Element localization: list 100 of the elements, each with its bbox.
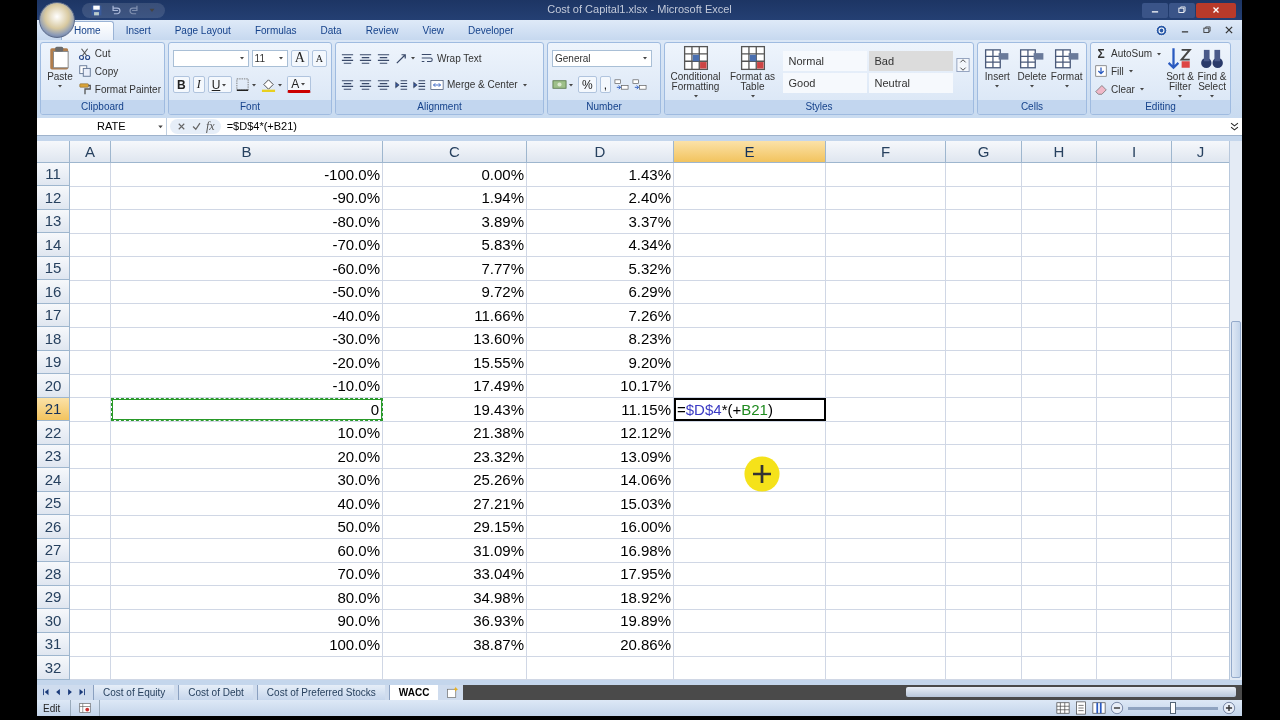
row-header[interactable]: 17 bbox=[37, 303, 70, 328]
row-header[interactable]: 26 bbox=[37, 515, 70, 539]
cell-style[interactable]: Good bbox=[782, 72, 867, 93]
ribbon-tab[interactable]: View bbox=[410, 22, 456, 40]
expand-icon[interactable] bbox=[1229, 120, 1240, 132]
row-header[interactable]: 27 bbox=[37, 538, 70, 563]
row-header[interactable]: 24 bbox=[37, 468, 70, 492]
sheet-tab[interactable]: Cost of Preferred Stocks bbox=[256, 684, 385, 701]
new-sheet-icon[interactable] bbox=[446, 686, 460, 699]
row-header[interactable]: 20 bbox=[37, 374, 70, 398]
column-header[interactable]: D bbox=[527, 140, 674, 163]
insert-function-button[interactable]: fx bbox=[206, 118, 215, 134]
font-color-button[interactable]: A bbox=[287, 76, 312, 94]
sheet-tab[interactable]: WACC bbox=[388, 684, 439, 701]
cell-style[interactable]: Normal bbox=[782, 50, 867, 71]
column-header[interactable]: A bbox=[70, 140, 111, 163]
indent-icon[interactable] bbox=[412, 77, 427, 93]
ribbon-tab[interactable]: Page Layout bbox=[162, 22, 243, 40]
column-header[interactable]: G bbox=[946, 140, 1022, 163]
sheet-tab[interactable]: Cost of Debt bbox=[178, 684, 253, 701]
column-header[interactable]: B bbox=[111, 140, 383, 163]
align-icon[interactable] bbox=[376, 77, 391, 93]
decimal-icon[interactable] bbox=[632, 77, 647, 93]
ribbon-button[interactable]: Copy bbox=[77, 64, 161, 79]
align-icon[interactable] bbox=[358, 77, 373, 93]
sheet-tab[interactable]: Cost of Equity bbox=[93, 684, 175, 701]
row-header[interactable]: 11 bbox=[37, 162, 70, 187]
column-header[interactable]: H bbox=[1022, 140, 1097, 163]
font-name-field[interactable] bbox=[173, 49, 249, 67]
ribbon-button[interactable]: Sort & Filter bbox=[1165, 45, 1196, 98]
check-icon[interactable] bbox=[191, 120, 202, 132]
scrollbar-thumb[interactable] bbox=[906, 687, 1236, 698]
zoom-in-icon[interactable] bbox=[1222, 701, 1236, 716]
caret-icon[interactable] bbox=[55, 82, 64, 90]
column-header[interactable]: J bbox=[1172, 140, 1229, 163]
ribbon-tab[interactable]: Review bbox=[353, 22, 411, 40]
row-header[interactable]: 32 bbox=[37, 656, 70, 680]
column-header[interactable]: C bbox=[383, 140, 527, 163]
ribbon-button[interactable]: Fill bbox=[1094, 64, 1164, 79]
align-icon[interactable] bbox=[340, 77, 355, 93]
row-header[interactable]: 30 bbox=[37, 609, 70, 633]
name-box[interactable]: RATE bbox=[37, 118, 167, 135]
row-header[interactable]: 22 bbox=[37, 421, 70, 445]
decimal-icon[interactable] bbox=[614, 77, 629, 93]
column-header[interactable]: E bbox=[674, 140, 826, 163]
ribbon-button[interactable]: Format bbox=[1050, 45, 1083, 98]
font-size-field[interactable]: 11 bbox=[251, 49, 288, 67]
ribbon-button[interactable]: Format as Table bbox=[725, 45, 780, 98]
ribbon-tab[interactable]: Insert bbox=[113, 22, 163, 40]
row-header[interactable]: 16 bbox=[37, 280, 70, 304]
save-icon[interactable] bbox=[90, 3, 103, 17]
slider-thumb[interactable] bbox=[1170, 702, 1176, 715]
last-sheet-icon[interactable] bbox=[77, 687, 87, 698]
restore-icon[interactable] bbox=[1202, 25, 1212, 35]
ribbon-button[interactable]: Insert bbox=[981, 45, 1014, 98]
row-header[interactable]: 13 bbox=[37, 209, 70, 234]
paint-bucket-icon[interactable] bbox=[261, 77, 277, 93]
row-header[interactable]: 18 bbox=[37, 327, 70, 351]
row-header[interactable]: 15 bbox=[37, 256, 70, 281]
percent-button[interactable]: % bbox=[578, 76, 597, 94]
ribbon-button[interactable]: Σ AutoSum bbox=[1094, 46, 1164, 61]
scrollbar-thumb[interactable] bbox=[1231, 320, 1241, 678]
grow-font-button[interactable]: A bbox=[290, 49, 309, 67]
row-header[interactable]: 31 bbox=[37, 632, 70, 657]
indent-icon[interactable] bbox=[394, 77, 409, 93]
caret-icon[interactable] bbox=[1028, 82, 1036, 90]
italic-button[interactable]: I bbox=[192, 76, 205, 94]
page-break-icon[interactable] bbox=[1092, 701, 1106, 716]
restore-button[interactable] bbox=[1169, 2, 1195, 18]
minimize-button[interactable] bbox=[1142, 2, 1168, 18]
underline-button[interactable]: U bbox=[207, 76, 233, 94]
zoom-out-icon[interactable] bbox=[1110, 701, 1124, 716]
normal-view-icon[interactable] bbox=[1056, 701, 1070, 716]
ribbon-button[interactable]: Delete bbox=[1015, 45, 1049, 98]
borders-icon[interactable] bbox=[235, 77, 251, 93]
formula-field[interactable]: =$D$4*(+B21) bbox=[223, 120, 1229, 133]
page-layout-icon[interactable] bbox=[1074, 701, 1088, 716]
ribbon-button[interactable]: Clear bbox=[1094, 82, 1164, 97]
help-icon[interactable] bbox=[1155, 23, 1168, 37]
close-button[interactable] bbox=[1196, 2, 1236, 18]
cell-style[interactable]: Bad bbox=[868, 50, 953, 71]
ribbon-tab[interactable]: Developer bbox=[456, 22, 526, 40]
column-header[interactable]: I bbox=[1097, 140, 1172, 163]
number-format-field[interactable]: General bbox=[552, 49, 652, 67]
row-header[interactable]: 23 bbox=[37, 444, 70, 469]
ribbon-button[interactable]: Paste bbox=[44, 45, 76, 98]
ribbon-button[interactable]: Format Painter bbox=[77, 82, 161, 97]
ribbon-button[interactable]: Wrap Text bbox=[420, 51, 482, 66]
column-header[interactable]: F bbox=[826, 140, 946, 163]
ribbon-button[interactable]: Cut bbox=[77, 46, 161, 61]
shrink-font-button[interactable]: A bbox=[311, 49, 327, 67]
cell-editor[interactable]: =$D$4*(+B21) bbox=[674, 397, 826, 422]
row-header[interactable]: 25 bbox=[37, 491, 70, 516]
row-header[interactable]: 12 bbox=[37, 186, 70, 210]
redo-icon[interactable] bbox=[128, 3, 141, 17]
row-header[interactable]: 19 bbox=[37, 350, 70, 375]
cell-style[interactable]: Neutral bbox=[868, 72, 953, 93]
macro-icon[interactable] bbox=[79, 702, 92, 715]
caret-icon[interactable] bbox=[993, 82, 1002, 90]
first-sheet-icon[interactable] bbox=[41, 687, 51, 698]
